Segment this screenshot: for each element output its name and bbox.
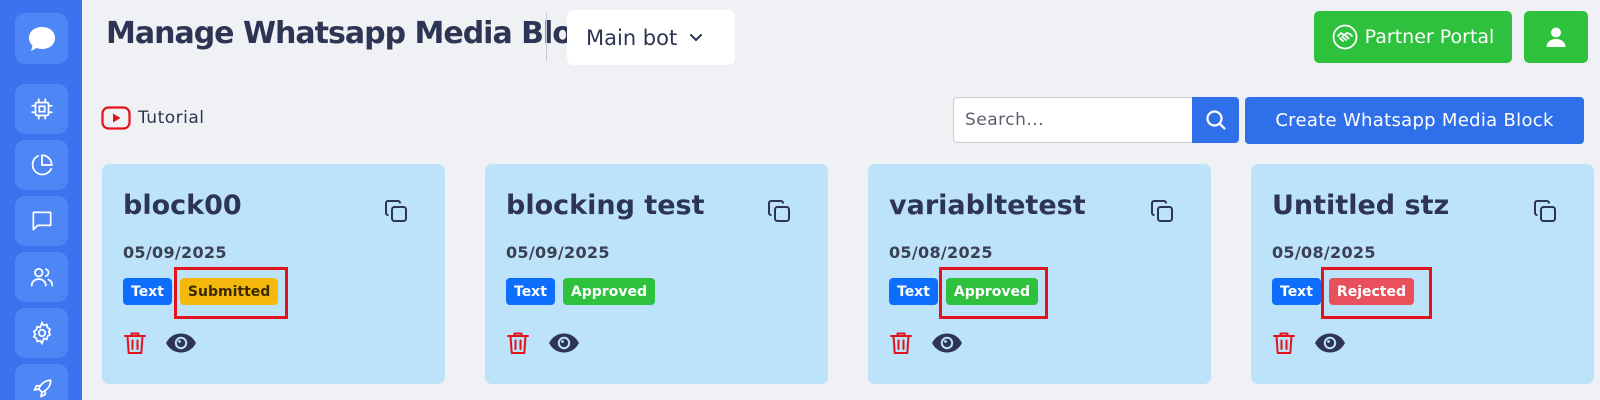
type-badge: Text [506,278,555,305]
tutorial-link[interactable]: Tutorial [101,106,205,130]
sidebar [0,0,82,400]
pie-chart-icon [31,154,53,176]
eye-icon [549,333,579,353]
trash-icon [507,332,529,354]
trash-icon [890,332,912,354]
card-title: block00 [123,190,242,221]
card-actions [1272,330,1346,356]
media-block-card[interactable]: Untitled stz 05/08/2025 Text Rejected [1251,164,1594,384]
copy-icon[interactable] [1532,198,1558,224]
status-badge: Rejected [1328,278,1414,305]
sidebar-item-dashboard[interactable] [15,84,68,134]
card-badges: Text Approved [506,278,655,305]
card-title: Untitled stz [1272,190,1450,221]
view-button[interactable] [165,332,197,354]
card-title: variabltetest [889,190,1086,221]
card-date: 05/09/2025 [123,243,227,262]
card-badges: Text Approved [889,278,1038,305]
search-button[interactable] [1192,97,1239,143]
sidebar-item-settings[interactable] [15,308,68,358]
title-divider [546,13,547,61]
card-actions [123,330,197,356]
eye-icon [166,333,196,353]
card-date: 05/09/2025 [506,243,610,262]
card-date: 05/08/2025 [1272,243,1376,262]
tutorial-label: Tutorial [138,108,205,128]
type-badge: Text [123,278,172,305]
status-badge: Approved [945,278,1038,305]
chevron-down-icon [690,33,703,41]
card-actions [889,330,963,356]
rocket-icon [33,379,52,398]
handshake-icon [1332,24,1358,50]
delete-button[interactable] [889,330,913,356]
card-badges: Text Submitted [123,278,279,305]
trash-icon [1273,332,1295,354]
partner-portal-button[interactable]: Partner Portal [1314,11,1512,63]
delete-button[interactable] [506,330,530,356]
search-input[interactable] [953,97,1192,143]
copy-icon[interactable] [383,198,409,224]
eye-icon [1315,333,1345,353]
sidebar-item-launch[interactable] [15,364,68,400]
media-block-card[interactable]: blocking test 05/09/2025 Text Approved [485,164,828,384]
media-block-card[interactable]: variabltetest 05/08/2025 Text Approved [868,164,1211,384]
card-title: blocking test [506,190,705,221]
trash-icon [124,332,146,354]
media-block-card[interactable]: block00 05/09/2025 Text Submitted [102,164,445,384]
user-profile-button[interactable] [1524,11,1588,63]
copy-icon[interactable] [1149,198,1175,224]
copy-icon[interactable] [766,198,792,224]
search-bar [953,97,1239,143]
chip-icon [30,98,53,120]
create-media-block-button[interactable]: Create Whatsapp Media Block [1245,97,1584,144]
view-button[interactable] [1314,332,1346,354]
search-icon [1205,110,1226,130]
app-logo[interactable] [15,13,68,64]
status-badge: Submitted [179,278,279,305]
view-button[interactable] [931,332,963,354]
users-icon [30,268,53,287]
bot-select-value: Main bot [586,25,678,50]
chat-bubble-logo-icon [28,26,55,51]
youtube-icon [101,106,131,130]
view-button[interactable] [548,332,580,354]
user-icon [1546,27,1566,47]
card-actions [506,330,580,356]
gear-icon [32,320,51,346]
partner-portal-label: Partner Portal [1364,26,1495,48]
delete-button[interactable] [123,330,147,356]
card-date: 05/08/2025 [889,243,993,262]
delete-button[interactable] [1272,330,1296,356]
bot-select-dropdown[interactable]: Main bot [567,10,735,65]
sidebar-item-users[interactable] [15,252,68,302]
message-icon [31,211,52,231]
eye-icon [932,333,962,353]
sidebar-item-messages[interactable] [15,196,68,246]
type-badge: Text [889,278,938,305]
status-badge: Approved [562,278,655,305]
type-badge: Text [1272,278,1321,305]
card-badges: Text Rejected [1272,278,1414,305]
sidebar-item-analytics[interactable] [15,140,68,190]
